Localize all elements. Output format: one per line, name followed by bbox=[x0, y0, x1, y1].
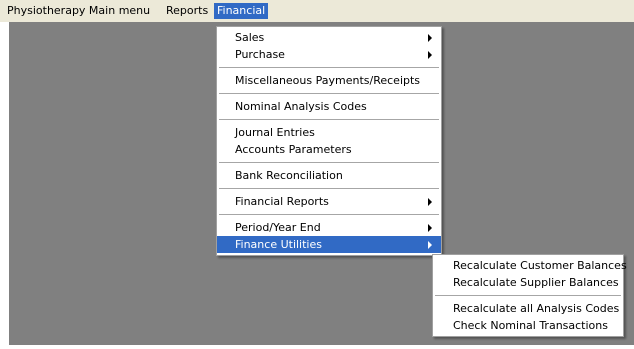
menu-separator bbox=[219, 93, 439, 94]
menu-item-nominal-analysis-codes[interactable]: Nominal Analysis Codes bbox=[217, 98, 441, 115]
menu-physiotherapy-main[interactable]: Physiotherapy Main menu bbox=[4, 3, 153, 19]
menu-separator bbox=[219, 188, 439, 189]
menu-item-label: Sales bbox=[235, 31, 265, 44]
menu-item-label: Recalculate Customer Balances bbox=[453, 259, 627, 272]
menu-item-check-nominal-transactions[interactable]: Check Nominal Transactions bbox=[433, 317, 623, 334]
menu-item-label: Recalculate all Analysis Codes bbox=[453, 302, 620, 315]
menu-item-label: Journal Entries bbox=[235, 126, 315, 139]
submenu-arrow-icon bbox=[428, 51, 432, 59]
menu-item-recalculate-analysis-codes[interactable]: Recalculate all Analysis Codes bbox=[433, 300, 623, 317]
menu-item-recalculate-supplier-balances[interactable]: Recalculate Supplier Balances bbox=[433, 274, 623, 291]
submenu-arrow-icon bbox=[428, 241, 432, 249]
menu-separator bbox=[435, 295, 621, 296]
menu-item-period-year-end[interactable]: Period/Year End bbox=[217, 219, 441, 236]
menu-item-label: Purchase bbox=[235, 48, 285, 61]
menu-reports[interactable]: Reports bbox=[163, 3, 211, 19]
menu-item-label: Accounts Parameters bbox=[235, 143, 352, 156]
menu-item-label: Period/Year End bbox=[235, 221, 321, 234]
menu-item-label: Bank Reconciliation bbox=[235, 169, 343, 182]
menu-separator bbox=[219, 119, 439, 120]
menu-separator bbox=[219, 214, 439, 215]
menu-item-journal-entries[interactable]: Journal Entries bbox=[217, 124, 441, 141]
menu-item-label: Finance Utilities bbox=[235, 238, 322, 251]
financial-dropdown-menu: Sales Purchase Miscellaneous Payments/Re… bbox=[216, 26, 442, 256]
menu-item-label: Financial Reports bbox=[235, 195, 329, 208]
menu-item-label: Nominal Analysis Codes bbox=[235, 100, 367, 113]
menu-separator bbox=[219, 162, 439, 163]
menu-item-financial-reports[interactable]: Financial Reports bbox=[217, 193, 441, 210]
submenu-arrow-icon bbox=[428, 34, 432, 42]
menu-bar: Physiotherapy Main menu Reports Financia… bbox=[0, 0, 634, 22]
menu-item-label: Miscellaneous Payments/Receipts bbox=[235, 74, 421, 87]
finance-utilities-submenu: Recalculate Customer Balances Recalculat… bbox=[432, 254, 627, 337]
menu-item-label: Check Nominal Transactions bbox=[453, 319, 608, 332]
menu-item-sales[interactable]: Sales bbox=[217, 29, 441, 46]
submenu-arrow-icon bbox=[428, 224, 432, 232]
menu-item-accounts-parameters[interactable]: Accounts Parameters bbox=[217, 141, 441, 158]
menu-item-label: Recalculate Supplier Balances bbox=[453, 276, 619, 289]
menu-item-finance-utilities[interactable]: Finance Utilities bbox=[217, 236, 441, 253]
menu-item-recalculate-customer-balances[interactable]: Recalculate Customer Balances bbox=[433, 257, 627, 274]
menu-item-misc-payments-receipts[interactable]: Miscellaneous Payments/Receipts bbox=[217, 72, 441, 89]
submenu-arrow-icon bbox=[428, 198, 432, 206]
menu-financial[interactable]: Financial bbox=[214, 3, 269, 19]
menu-separator bbox=[219, 67, 439, 68]
menu-item-purchase[interactable]: Purchase bbox=[217, 46, 441, 63]
menu-item-bank-reconciliation[interactable]: Bank Reconciliation bbox=[217, 167, 441, 184]
